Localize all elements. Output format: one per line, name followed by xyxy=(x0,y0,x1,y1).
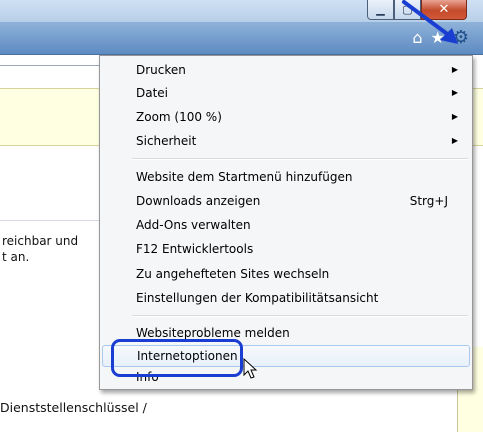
menu-item-label: Add-Ons verwalten xyxy=(136,218,251,232)
menu-item-datei[interactable]: Datei ▶ xyxy=(102,82,470,104)
menu-item-label: Downloads anzeigen xyxy=(136,194,261,208)
content-bottom-text: Dienststellenschlüssel / xyxy=(0,400,147,415)
mouse-cursor-icon xyxy=(243,358,258,379)
menu-item-developer-tools[interactable]: F12 Entwicklertools xyxy=(102,238,470,260)
menu-item-label: Websiteprobleme melden xyxy=(136,326,290,340)
menu-item-drucken[interactable]: Drucken ▶ xyxy=(102,59,470,81)
annotation-arrow-icon xyxy=(402,0,458,44)
submenu-arrow-icon: ▶ xyxy=(451,112,458,121)
annotation-highlight-box xyxy=(111,339,243,377)
menu-separator xyxy=(132,315,468,317)
submenu-arrow-icon: ▶ xyxy=(451,88,458,97)
menu-item-zoom[interactable]: Zoom (100 %) ▶ xyxy=(102,106,470,128)
minimize-button[interactable]: ▁ xyxy=(367,0,394,20)
submenu-arrow-icon: ▶ xyxy=(451,136,458,145)
menu-item-label: Website dem Startmenü hinzufügen xyxy=(136,170,353,184)
menu-item-sicherheit[interactable]: Sicherheit ▶ xyxy=(102,130,470,152)
submenu-arrow-icon: ▶ xyxy=(451,65,458,74)
menu-item-label: Drucken xyxy=(136,63,186,77)
content-divider xyxy=(0,65,100,66)
menu-item-add-to-start-menu[interactable]: Website dem Startmenü hinzufügen xyxy=(102,166,470,188)
menu-item-downloads[interactable]: Downloads anzeigen Strg+J xyxy=(102,190,470,212)
menu-item-shortcut: Strg+J xyxy=(409,194,448,208)
menu-item-add-ons[interactable]: Add-Ons verwalten xyxy=(102,214,470,236)
content-text-fragment-2: t an. xyxy=(2,250,30,264)
menu-item-label: Einstellungen der Kompatibilitätsansicht xyxy=(136,291,379,305)
content-text-fragment-1: reichbar und xyxy=(2,234,79,248)
menu-item-pinned-sites[interactable]: Zu angehefteten Sites wechseln xyxy=(102,263,470,285)
menu-item-label: Datei xyxy=(136,86,169,100)
menu-item-label: F12 Entwicklertools xyxy=(136,242,254,256)
menu-item-label: Sicherheit xyxy=(136,134,197,148)
menu-separator xyxy=(132,158,468,160)
content-divider-2 xyxy=(0,220,100,221)
menu-item-label: Zoom (100 %) xyxy=(136,110,222,124)
menu-item-label: Zu angehefteten Sites wechseln xyxy=(136,267,330,281)
menu-item-compatibility-settings[interactable]: Einstellungen der Kompatibilitätsansicht xyxy=(102,287,470,309)
